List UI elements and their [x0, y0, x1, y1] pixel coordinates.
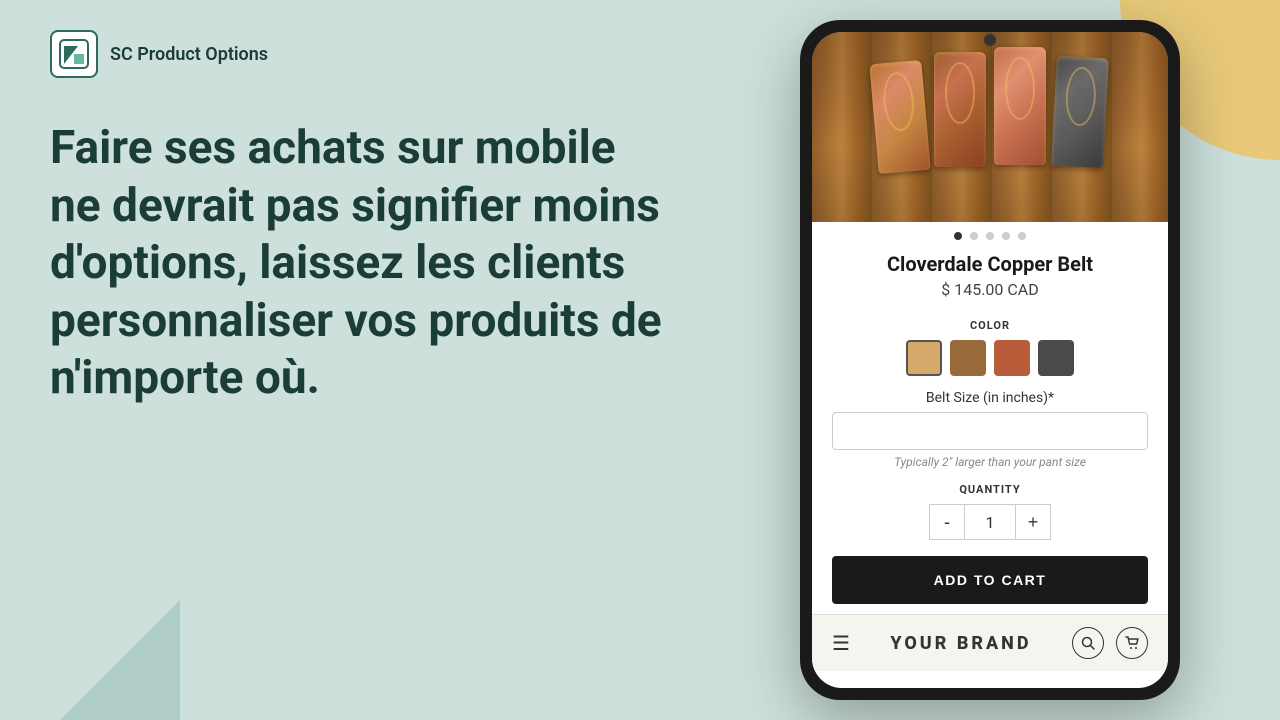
bottom-nav-brand: YOUR BRAND	[850, 633, 1072, 654]
hamburger-icon[interactable]: ☰	[832, 631, 850, 655]
color-swatch-4[interactable]	[1038, 340, 1074, 376]
quantity-controls: - 1 +	[832, 504, 1148, 540]
logo-box	[50, 30, 98, 78]
quantity-value: 1	[965, 504, 1015, 540]
color-section: COLOR	[812, 319, 1168, 384]
size-input[interactable]	[832, 412, 1148, 450]
color-label: COLOR	[832, 319, 1148, 332]
corner-decoration-bottom-left	[60, 600, 180, 720]
phone-mockup: Cloverdale Copper Belt $ 145.00 CAD COLO…	[800, 20, 1180, 700]
quantity-plus-button[interactable]: +	[1015, 504, 1051, 540]
phone-frame: Cloverdale Copper Belt $ 145.00 CAD COLO…	[800, 20, 1180, 700]
logo-icon	[58, 38, 90, 70]
hero-text-block: Faire ses achats sur mobile ne devrait p…	[50, 120, 670, 408]
bottom-nav: ☰ YOUR BRAND	[812, 614, 1168, 671]
product-image-area	[812, 32, 1168, 222]
add-to-cart-button[interactable]: ADD TO CART	[832, 556, 1148, 604]
color-swatch-3[interactable]	[994, 340, 1030, 376]
quantity-minus-button[interactable]: -	[929, 504, 965, 540]
buckle-3	[994, 47, 1046, 165]
dot-1[interactable]	[954, 232, 962, 240]
buckle-4	[1051, 56, 1109, 169]
color-options	[832, 340, 1148, 376]
color-swatch-2[interactable]	[950, 340, 986, 376]
dot-4[interactable]	[1002, 232, 1010, 240]
add-to-cart-section: ADD TO CART	[812, 548, 1168, 614]
cart-icon[interactable]	[1116, 627, 1148, 659]
buckle-1	[869, 60, 930, 174]
size-section: Belt Size (in inches)* Typically 2" larg…	[812, 384, 1168, 475]
quantity-label: QUANTITY	[832, 483, 1148, 496]
product-image-placeholder	[812, 32, 1168, 222]
dot-2[interactable]	[970, 232, 978, 240]
brand-name: SC Product Options	[110, 44, 268, 65]
phone-screen: Cloverdale Copper Belt $ 145.00 CAD COLO…	[812, 32, 1168, 688]
search-icon[interactable]	[1072, 627, 1104, 659]
product-price: $ 145.00 CAD	[832, 280, 1148, 299]
size-hint: Typically 2" larger than your pant size	[832, 455, 1148, 469]
size-label: Belt Size (in inches)*	[832, 390, 1148, 406]
hero-paragraph: Faire ses achats sur mobile ne devrait p…	[50, 120, 670, 408]
buckle-2	[934, 52, 986, 167]
phone-camera-notch	[984, 34, 996, 46]
header: SC Product Options	[50, 30, 268, 78]
quantity-section: QUANTITY - 1 +	[812, 475, 1168, 548]
nav-icons	[1072, 627, 1148, 659]
color-swatch-1[interactable]	[906, 340, 942, 376]
dot-3[interactable]	[986, 232, 994, 240]
carousel-dots	[812, 222, 1168, 246]
buckle-group	[874, 42, 1106, 172]
product-title: Cloverdale Copper Belt	[832, 252, 1148, 276]
dot-5[interactable]	[1018, 232, 1026, 240]
product-info: Cloverdale Copper Belt $ 145.00 CAD	[812, 246, 1168, 319]
